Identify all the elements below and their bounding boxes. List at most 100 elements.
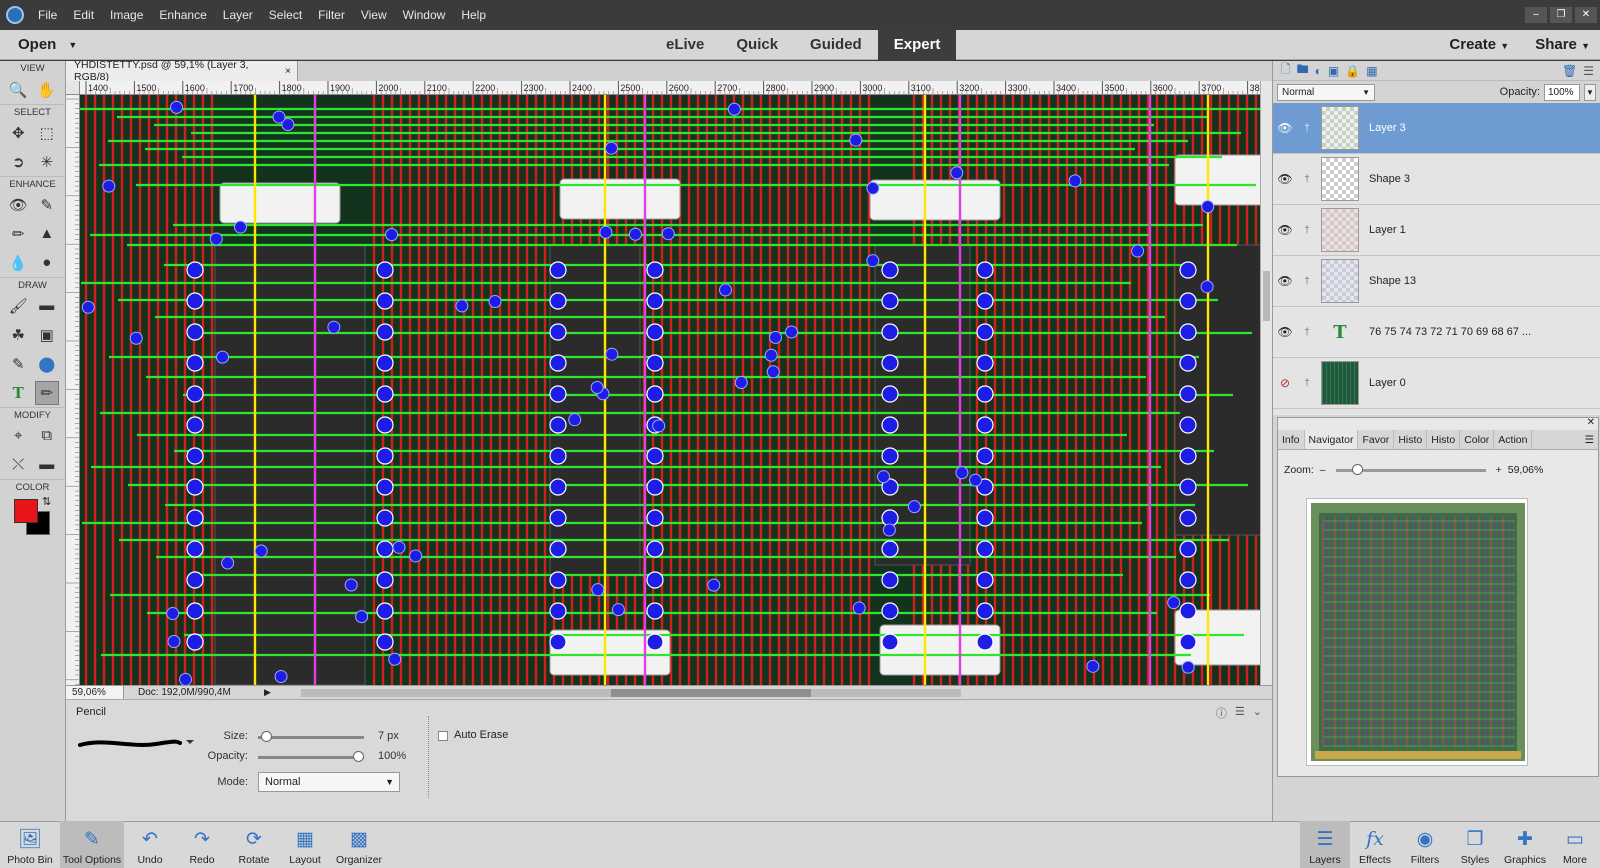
opacity-slider[interactable] bbox=[258, 751, 364, 762]
magic-wand-icon[interactable]: ✳ bbox=[35, 150, 59, 174]
marquee-tool-icon[interactable]: ⬚ bbox=[35, 121, 59, 145]
blend-mode-select[interactable]: Normal ▼ bbox=[1277, 83, 1375, 101]
zoom-slider-knob[interactable] bbox=[1351, 463, 1363, 475]
menu-enhance[interactable]: Enhance bbox=[151, 0, 214, 30]
swap-colors-icon[interactable]: ⇅ bbox=[42, 495, 51, 508]
zoom-tool-icon[interactable]: 🔍 bbox=[6, 78, 30, 102]
panel-menu-icon[interactable]: ☰ bbox=[1235, 705, 1245, 721]
eraser-tool-icon[interactable]: ▬ bbox=[35, 294, 59, 318]
move-tool-icon[interactable]: ✥ bbox=[6, 121, 30, 145]
menu-filter[interactable]: Filter bbox=[310, 0, 353, 30]
create-button[interactable]: Create ▼ bbox=[1449, 36, 1509, 53]
layer-row[interactable]: 👁 † T 76 75 74 73 72 71 70 69 68 67 ... bbox=[1273, 307, 1600, 358]
eye-icon[interactable]: 👁 bbox=[1273, 325, 1297, 339]
foreground-color-swatch[interactable] bbox=[14, 499, 38, 523]
eye-hidden-icon[interactable]: ⊘ bbox=[1273, 376, 1297, 390]
graphics-button[interactable]: ✚ Graphics bbox=[1500, 821, 1550, 868]
tab-color[interactable]: Color bbox=[1460, 430, 1495, 449]
link-icon[interactable]: † bbox=[1297, 378, 1317, 389]
lock-icon[interactable]: 🔒 bbox=[1345, 64, 1360, 78]
red-eye-tool-icon[interactable]: 👁 bbox=[6, 193, 30, 217]
layer-row[interactable]: 👁 † Shape 13 bbox=[1273, 256, 1600, 307]
hand-tool-icon[interactable]: ✋ bbox=[35, 78, 59, 102]
organizer-button[interactable]: ▩ Organizer bbox=[330, 821, 388, 868]
filters-button[interactable]: ◉ Filters bbox=[1400, 821, 1450, 868]
navigator-preview[interactable] bbox=[1306, 498, 1528, 766]
redo-button[interactable]: ↷ Redo bbox=[176, 821, 228, 868]
link-icon[interactable]: † bbox=[1297, 225, 1317, 236]
trash-icon[interactable]: 🗑 bbox=[1562, 64, 1577, 78]
menu-file[interactable]: File bbox=[30, 0, 65, 30]
eye-icon[interactable]: 👁 bbox=[1273, 223, 1297, 237]
chevron-right-icon[interactable]: ▶ bbox=[264, 687, 271, 698]
menu-image[interactable]: Image bbox=[102, 0, 151, 30]
effects-button[interactable]: fx Effects bbox=[1350, 821, 1400, 868]
sponge-tool-icon[interactable]: ● bbox=[35, 251, 59, 275]
tab-actions[interactable]: Action bbox=[1494, 430, 1533, 449]
tool-options-button[interactable]: ✎ Tool Options bbox=[60, 821, 124, 868]
status-zoom[interactable]: 59,06% bbox=[66, 686, 124, 699]
layout-button[interactable]: ▦ Layout bbox=[280, 821, 330, 868]
menu-edit[interactable]: Edit bbox=[65, 0, 102, 30]
layer-row[interactable]: ⊘ † Layer 0 bbox=[1273, 358, 1600, 409]
rotate-button[interactable]: ⟳ Rotate bbox=[228, 821, 280, 868]
chevron-down-icon[interactable]: ▼ bbox=[1584, 83, 1596, 101]
menu-layer[interactable]: Layer bbox=[215, 0, 261, 30]
styles-button[interactable]: ❐ Styles bbox=[1450, 821, 1500, 868]
scrollbar-thumb[interactable] bbox=[610, 688, 811, 697]
link-icon[interactable]: † bbox=[1297, 123, 1317, 134]
share-button[interactable]: Share ▼ bbox=[1535, 36, 1590, 53]
recompose-tool-icon[interactable]: ⧉ bbox=[35, 424, 59, 448]
restore-icon[interactable]: ❐ bbox=[1550, 7, 1572, 23]
menu-help[interactable]: Help bbox=[453, 0, 494, 30]
layer-row[interactable]: 👁 † Layer 1 bbox=[1273, 205, 1600, 256]
adjustment-layer-icon[interactable]: ◐ bbox=[1315, 64, 1322, 78]
type-tool-icon[interactable]: T bbox=[6, 381, 30, 405]
layer-mask-icon[interactable]: ▣ bbox=[1328, 64, 1339, 78]
undo-button[interactable]: ↶ Undo bbox=[124, 821, 176, 868]
minimize-icon[interactable]: – bbox=[1525, 7, 1547, 23]
lasso-tool-icon[interactable]: ➲ bbox=[6, 150, 30, 174]
tab-histogram[interactable]: Histo bbox=[1394, 430, 1428, 449]
crop-tool-icon[interactable]: ⌖ bbox=[6, 424, 30, 448]
lock-transparency-icon[interactable]: ▦ bbox=[1366, 64, 1377, 78]
tab-info[interactable]: Info bbox=[1278, 430, 1305, 449]
tab-history[interactable]: Histo bbox=[1427, 430, 1461, 449]
smart-brush-icon[interactable]: ✏ bbox=[6, 222, 30, 246]
layer-row[interactable]: 👁 † Layer 3 bbox=[1273, 103, 1600, 154]
layer-row[interactable]: 👁 † Shape 3 bbox=[1273, 154, 1600, 205]
shape-tool-icon[interactable]: ⬤ bbox=[35, 352, 59, 376]
healing-brush-icon[interactable]: ✎ bbox=[35, 193, 59, 217]
link-icon[interactable]: † bbox=[1297, 276, 1317, 287]
zoom-out-icon[interactable]: – bbox=[1320, 464, 1326, 476]
tab-expert[interactable]: Expert bbox=[877, 29, 957, 60]
tab-guided[interactable]: Guided bbox=[794, 30, 878, 60]
tab-navigator[interactable]: Navigator bbox=[1304, 430, 1359, 449]
mode-select[interactable]: Normal ▼ bbox=[258, 772, 400, 792]
menu-select[interactable]: Select bbox=[261, 0, 310, 30]
brush-tool-icon[interactable]: 🖌 bbox=[6, 294, 30, 318]
paint-bucket-icon[interactable]: ☘ bbox=[6, 323, 30, 347]
close-icon[interactable]: ✕ bbox=[1587, 417, 1595, 428]
layer-opacity-input[interactable]: 100% bbox=[1544, 83, 1580, 101]
new-group-icon[interactable]: 🖿 bbox=[1297, 60, 1309, 81]
zoom-slider[interactable] bbox=[1335, 463, 1486, 475]
horizontal-scrollbar[interactable] bbox=[300, 688, 961, 697]
close-icon[interactable]: ✕ bbox=[1575, 7, 1597, 23]
pencil-tool-icon[interactable]: ✏ bbox=[34, 380, 59, 405]
eye-icon[interactable]: 👁 bbox=[1273, 172, 1297, 186]
gradient-tool-icon[interactable]: ▣ bbox=[35, 323, 59, 347]
straighten-tool-icon[interactable]: ▬ bbox=[35, 453, 59, 477]
image-canvas[interactable] bbox=[80, 95, 1260, 685]
close-icon[interactable]: × bbox=[285, 65, 291, 77]
content-aware-move-icon[interactable]: ⤬ bbox=[6, 453, 30, 477]
tab-quick[interactable]: Quick bbox=[720, 30, 794, 60]
panel-menu-icon[interactable]: ☰ bbox=[1583, 64, 1594, 78]
brush-preview[interactable] bbox=[76, 730, 194, 760]
size-slider-knob[interactable] bbox=[260, 731, 272, 742]
tab-elive[interactable]: eLive bbox=[650, 30, 720, 60]
menu-view[interactable]: View bbox=[353, 0, 395, 30]
chevron-down-icon[interactable]: ⌄ bbox=[1253, 705, 1262, 721]
eye-icon[interactable]: 👁 bbox=[1273, 121, 1297, 135]
more-button[interactable]: ▭ More bbox=[1550, 821, 1600, 868]
